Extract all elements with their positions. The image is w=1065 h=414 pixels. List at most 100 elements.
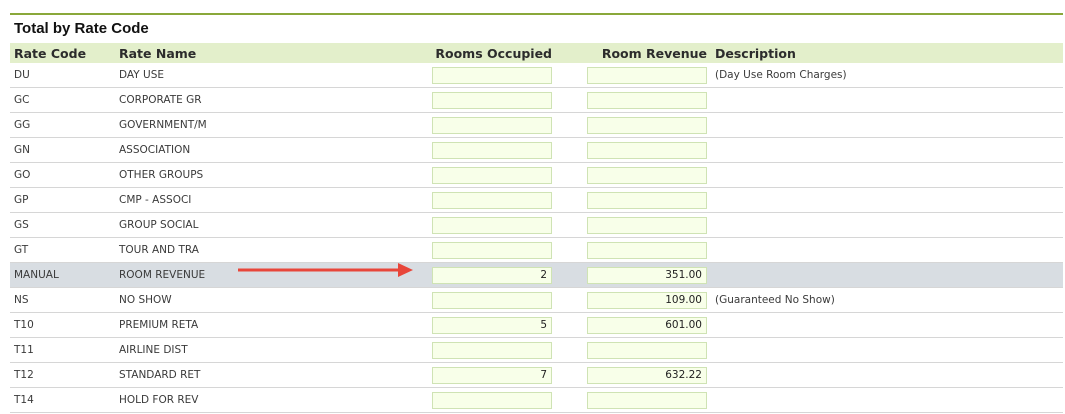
room-revenue-cell [556,212,711,238]
rooms-occupied-cell [320,212,556,238]
room-revenue-input[interactable] [587,91,707,109]
col-header-rooms-occupied: Rooms Occupied [320,43,556,63]
room-revenue-cell [556,137,711,163]
rooms-occupied-cell [320,187,556,213]
rooms-occupied-input[interactable] [432,116,552,134]
table-row: GP CMP - ASSOCI [10,187,1063,213]
room-revenue-input[interactable] [587,116,707,134]
table-row: T14 HOLD FOR REV [10,387,1063,413]
rooms-occupied-input[interactable] [432,91,552,109]
description-cell [711,262,1063,288]
room-revenue-cell: 351.00 [556,262,711,288]
rate-code-cell: GC [10,87,115,113]
rooms-occupied-cell [320,287,556,313]
table-row: GT TOUR AND TRA [10,237,1063,263]
rooms-occupied-input[interactable] [432,341,552,359]
rooms-occupied-input[interactable] [432,216,552,234]
room-revenue-input[interactable]: 601.00 [587,316,707,334]
rate-code-cell: NS [10,287,115,313]
room-revenue-input[interactable] [587,141,707,159]
rooms-occupied-input[interactable]: 5 [432,316,552,334]
rate-code-cell: T10 [10,312,115,338]
col-header-rate-name: Rate Name [115,43,320,63]
room-revenue-cell [556,63,711,88]
rooms-occupied-input[interactable] [432,141,552,159]
rooms-occupied-input[interactable] [432,291,552,309]
rate-code-cell: GN [10,137,115,163]
rate-code-cell: MANUAL [10,262,115,288]
rate-name-cell: HOLD FOR REV [115,387,320,413]
rate-name-cell: STANDARD RET [115,362,320,388]
total-by-rate-code-panel: Total by Rate Code Rate Code Rate Name R… [10,13,1063,413]
rate-name-cell: NO SHOW [115,287,320,313]
table-row: DU DAY USE (Day Use Room Charges) [10,63,1063,88]
section-title: Total by Rate Code [14,20,149,37]
rate-code-cell: GP [10,187,115,213]
table-row: GS GROUP SOCIAL [10,212,1063,238]
room-revenue-cell [556,112,711,138]
table-row: GN ASSOCIATION [10,137,1063,163]
rate-code-cell: T14 [10,387,115,413]
room-revenue-input[interactable] [587,391,707,409]
rate-code-cell: GT [10,237,115,263]
description-cell [711,112,1063,138]
table-row: GO OTHER GROUPS [10,162,1063,188]
rate-code-table: Rate Code Rate Name Rooms Occupied Room … [10,43,1063,413]
rooms-occupied-input[interactable]: 7 [432,366,552,384]
table-row: GC CORPORATE GR [10,87,1063,113]
description-cell [711,162,1063,188]
rooms-occupied-input[interactable] [432,191,552,209]
rate-code-cell: GO [10,162,115,188]
room-revenue-cell: 109.00 [556,287,711,313]
table-row: T12 STANDARD RET 7 632.22 [10,362,1063,388]
table-body: DU DAY USE (Day Use Room Charges) GC CORPORA… [10,63,1063,413]
rooms-occupied-cell [320,162,556,188]
rooms-occupied-input[interactable] [432,66,552,84]
rooms-occupied-cell [320,112,556,138]
table-row: T11 AIRLINE DIST [10,337,1063,363]
rooms-occupied-cell [320,387,556,413]
room-revenue-cell [556,187,711,213]
rooms-occupied-cell [320,137,556,163]
description-cell [711,87,1063,113]
rate-name-cell: GOVERNMENT/M [115,112,320,138]
table-row: NS NO SHOW 109.00 (Guaranteed No Show) [10,287,1063,313]
description-cell [711,137,1063,163]
rate-name-cell: CORPORATE GR [115,87,320,113]
description-cell [711,237,1063,263]
room-revenue-input[interactable] [587,191,707,209]
table-row: T10 PREMIUM RETA 5 601.00 [10,312,1063,338]
rooms-occupied-input[interactable]: 2 [432,266,552,284]
room-revenue-cell: 632.22 [556,362,711,388]
rate-name-cell: DAY USE [115,63,320,88]
rooms-occupied-cell: 2 [320,262,556,288]
rooms-occupied-input[interactable] [432,391,552,409]
room-revenue-cell [556,387,711,413]
room-revenue-input[interactable] [587,166,707,184]
room-revenue-input[interactable] [587,216,707,234]
rate-name-cell: ROOM REVENUE [115,262,320,288]
rooms-occupied-cell: 5 [320,312,556,338]
room-revenue-input[interactable] [587,341,707,359]
room-revenue-input[interactable]: 109.00 [587,291,707,309]
rate-name-cell: OTHER GROUPS [115,162,320,188]
room-revenue-input[interactable] [587,66,707,84]
rooms-occupied-input[interactable] [432,241,552,259]
rate-code-cell: GG [10,112,115,138]
description-cell: (Guaranteed No Show) [711,287,1063,313]
description-cell [711,187,1063,213]
room-revenue-input[interactable]: 351.00 [587,266,707,284]
room-revenue-cell [556,162,711,188]
rate-code-cell: T12 [10,362,115,388]
rate-name-cell: PREMIUM RETA [115,312,320,338]
rooms-occupied-input[interactable] [432,166,552,184]
description-cell: (Day Use Room Charges) [711,63,1063,88]
room-revenue-cell: 601.00 [556,312,711,338]
col-header-rate-code: Rate Code [10,43,115,63]
room-revenue-cell [556,337,711,363]
room-revenue-input[interactable]: 632.22 [587,366,707,384]
col-header-description: Description [711,43,1063,63]
room-revenue-input[interactable] [587,241,707,259]
description-cell [711,387,1063,413]
table-row: GG GOVERNMENT/M [10,112,1063,138]
